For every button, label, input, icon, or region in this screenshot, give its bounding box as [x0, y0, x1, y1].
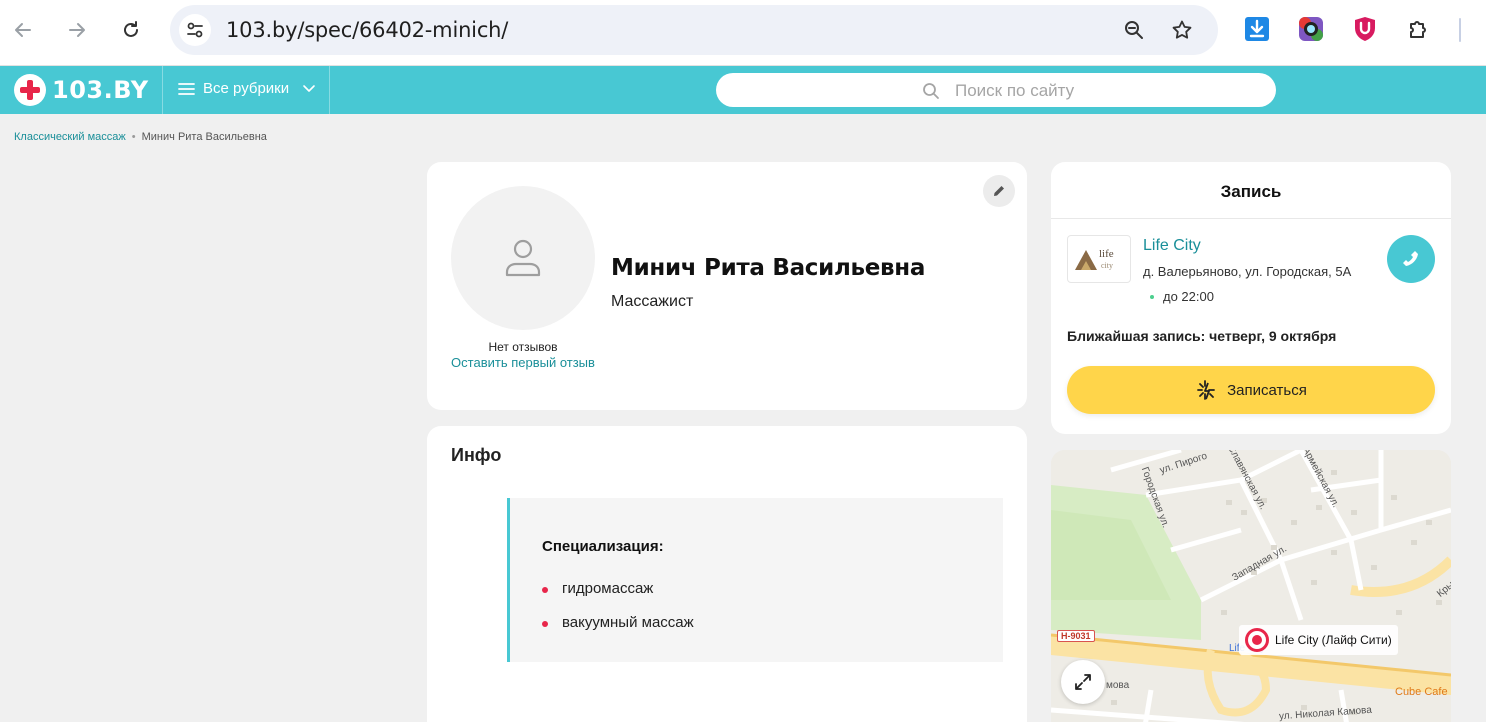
clinic-logo[interactable]: life city — [1067, 235, 1131, 283]
zoom-button[interactable] — [1122, 18, 1146, 42]
map-expand-button[interactable] — [1061, 660, 1105, 704]
site-header: 103.BY Все рубрики Поиск по сайту — [0, 66, 1486, 114]
header-divider — [329, 66, 330, 114]
list-item: вакуумный массаж — [542, 614, 694, 631]
header-divider — [162, 66, 163, 114]
list-item: гидромассаж — [541, 580, 654, 597]
info-heading: Инфо — [451, 445, 502, 465]
address-bar[interactable]: 103.by/spec/66402-minich/ — [170, 5, 1218, 55]
logo-word-city: city — [1101, 261, 1113, 270]
road-code-badge: Н-9031 — [1057, 630, 1095, 642]
specialization-heading: Специализация: — [542, 538, 664, 555]
zoom-icon — [1125, 21, 1143, 39]
specialist-role: Массажист — [611, 293, 694, 310]
phone-icon — [1403, 251, 1418, 266]
breadcrumb-link-category[interactable]: Классический массаж — [14, 131, 126, 143]
browser-toolbar: 103.by/spec/66402-minich/ — [0, 0, 1486, 66]
leave-first-review-link[interactable]: Оставить первый отзыв — [451, 355, 595, 371]
breadcrumb-separator: • — [131, 131, 136, 143]
edit-button[interactable] — [983, 175, 1015, 207]
sparkle-icon — [1197, 380, 1216, 400]
logo-word-life: life — [1099, 248, 1114, 260]
divider — [1051, 218, 1451, 219]
puzzle-icon — [1410, 21, 1426, 38]
reload-icon — [124, 21, 138, 37]
all-rubrics-label: Все рубрики — [203, 80, 290, 97]
arrow-left-icon — [15, 23, 31, 37]
download-extension[interactable] — [1243, 15, 1271, 43]
extensions-button[interactable] — [1405, 15, 1433, 43]
logo-text: 103.BY — [52, 76, 149, 104]
shield-icon — [1355, 17, 1375, 41]
clinic-logo-mark: life city — [1075, 248, 1114, 270]
site-search-input[interactable]: Поиск по сайту — [716, 73, 1276, 107]
shield-extension[interactable] — [1351, 15, 1379, 43]
search-icon — [923, 83, 939, 99]
hamburger-icon — [178, 82, 195, 95]
search-placeholder: Поиск по сайту — [955, 81, 1075, 100]
camera-icon — [1299, 17, 1323, 41]
arrow-right-icon — [69, 23, 85, 37]
map-marker-label: Life City (Лайф Сити) — [1275, 633, 1392, 647]
clinic-address: д. Валерьяново, ул. Городская, 5А — [1143, 264, 1352, 279]
all-rubrics-menu[interactable]: Все рубрики — [178, 80, 317, 97]
tune-icon — [187, 22, 203, 38]
page-title: Минич Рита Васильевна — [611, 255, 926, 281]
avatar — [451, 186, 595, 330]
breadcrumb: Классический массаж • Минич Рита Василье… — [14, 131, 267, 143]
map-widget[interactable]: ул. Пирого Славянская ул. Армейская ул. … — [1051, 450, 1451, 722]
nearest-appointment: Ближайшая запись: четверг, 9 октября — [1067, 328, 1337, 344]
reload-button[interactable] — [115, 14, 147, 46]
download-icon — [1245, 17, 1269, 41]
clinic-hours: до 22:00 — [1163, 289, 1214, 304]
url-text[interactable]: 103.by/spec/66402-minich/ — [226, 18, 508, 42]
pencil-icon — [994, 186, 1004, 196]
call-button[interactable] — [1387, 235, 1435, 283]
map-pin-icon — [1245, 628, 1269, 652]
street-label: мова — [1106, 680, 1130, 691]
booking-card: Запись life city Life City д. Валерьянов… — [1051, 162, 1451, 434]
chevron-down-icon — [303, 84, 315, 92]
bookmark-button[interactable] — [1170, 18, 1194, 42]
profile-card: Нет отзывов Оставить первый отзыв Минич … — [427, 162, 1027, 410]
camera-extension[interactable] — [1297, 15, 1325, 43]
breadcrumb-current: Минич Рита Васильевна — [141, 131, 267, 143]
cafe-label: Cube Cafe — [1395, 686, 1448, 698]
forward-button[interactable] — [61, 14, 93, 46]
info-card: Инфо Специализация: гидромассаж вакуумны… — [427, 426, 1027, 722]
book-button-label: Записаться — [1227, 381, 1307, 399]
map-marker[interactable]: Life City (Лайф Сити) — [1239, 625, 1398, 655]
booking-heading: Запись — [1220, 182, 1282, 201]
toolbar-divider — [1459, 18, 1461, 42]
clinic-name-link[interactable]: Life City — [1143, 237, 1201, 255]
site-info-button[interactable] — [179, 14, 211, 46]
medical-cross-icon — [14, 74, 46, 106]
star-icon — [1172, 20, 1192, 39]
open-status-dot — [1150, 295, 1154, 299]
site-logo[interactable]: 103.BY — [14, 74, 149, 106]
expand-icon — [1075, 674, 1091, 690]
book-appointment-button[interactable]: Записаться — [1067, 366, 1435, 414]
user-icon — [505, 239, 541, 277]
specialization-block: Специализация: гидромассаж вакуумный мас… — [507, 498, 1003, 662]
no-reviews-text: Нет отзывов — [488, 340, 558, 354]
back-button[interactable] — [7, 14, 39, 46]
